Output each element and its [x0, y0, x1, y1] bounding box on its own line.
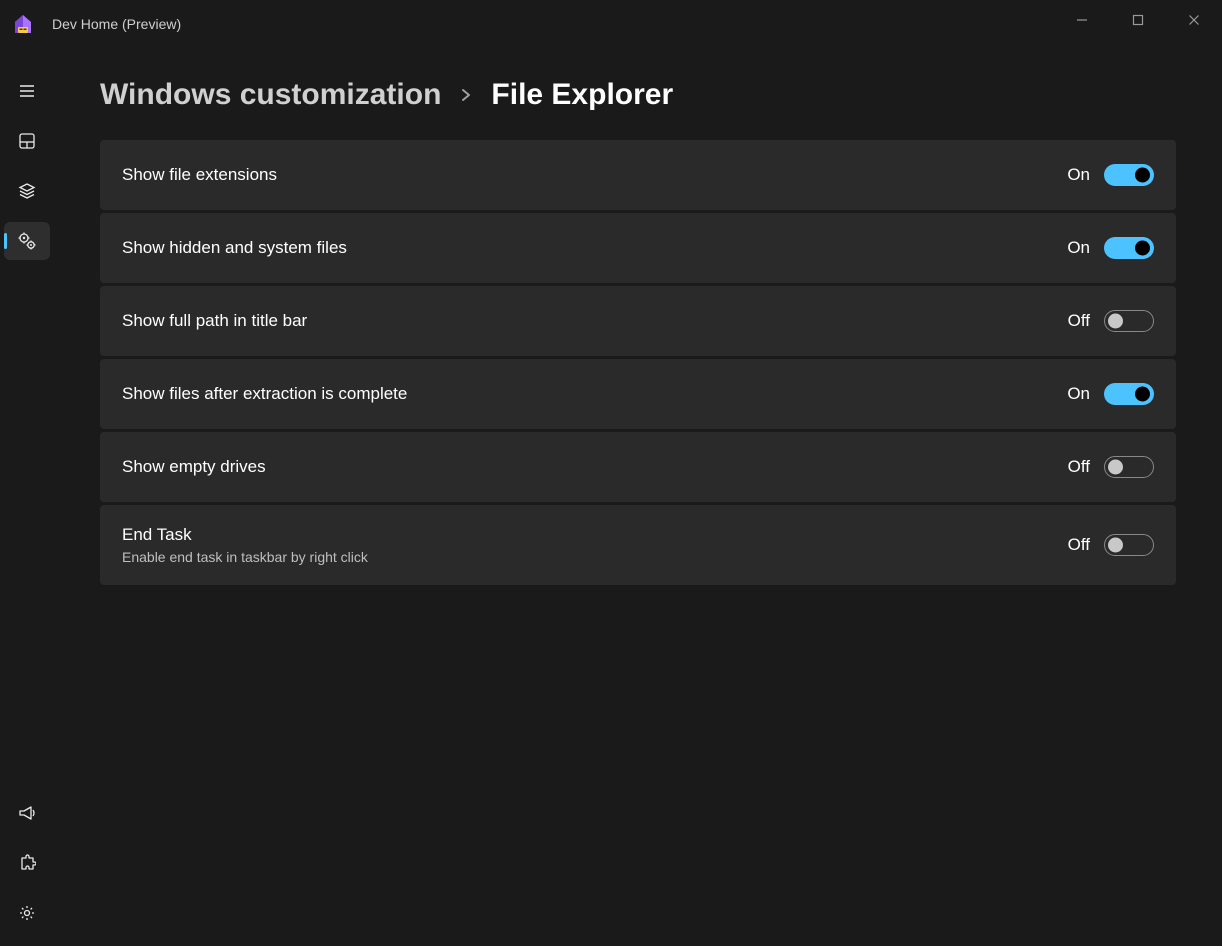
- setting-row-end-task: End Task Enable end task in taskbar by ri…: [100, 505, 1176, 585]
- gears-icon: [17, 231, 37, 251]
- hamburger-icon: [18, 82, 36, 100]
- toggle-thumb: [1108, 314, 1123, 329]
- setting-text: Show file extensions: [122, 165, 277, 185]
- setting-text: Show hidden and system files: [122, 238, 347, 258]
- app-title: Dev Home (Preview): [52, 16, 181, 32]
- breadcrumb-parent[interactable]: Windows customization: [100, 78, 441, 112]
- toggle-switch-end-task[interactable]: [1104, 534, 1154, 556]
- close-button[interactable]: [1166, 0, 1222, 40]
- setting-control: On: [1067, 164, 1154, 186]
- setting-control: On: [1067, 237, 1154, 259]
- maximize-button[interactable]: [1110, 0, 1166, 40]
- sidebar-item-dashboard[interactable]: [4, 122, 50, 160]
- toggle-state-label: Off: [1068, 311, 1090, 331]
- setting-text: Show full path in title bar: [122, 311, 307, 331]
- titlebar: Dev Home (Preview): [0, 0, 1222, 48]
- setting-title: End Task: [122, 525, 368, 545]
- body-area: Windows customization File Explorer Show…: [0, 48, 1222, 946]
- setting-control: Off: [1068, 456, 1154, 478]
- toggle-switch-show-full-path[interactable]: [1104, 310, 1154, 332]
- setting-row-show-file-extensions: Show file extensions On: [100, 140, 1176, 210]
- app-icon: [12, 13, 34, 35]
- chevron-right-icon: [459, 88, 473, 102]
- toggle-switch-show-after-extraction[interactable]: [1104, 383, 1154, 405]
- setting-title: Show file extensions: [122, 165, 277, 185]
- sidebar-hamburger[interactable]: [4, 72, 50, 110]
- window-controls: [1054, 0, 1222, 48]
- sidebar-item-settings[interactable]: [4, 894, 50, 932]
- setting-row-show-empty-drives: Show empty drives Off: [100, 432, 1176, 502]
- settings-icon: [18, 904, 36, 922]
- sidebar-item-windows-customization[interactable]: [4, 222, 50, 260]
- setting-title: Show hidden and system files: [122, 238, 347, 258]
- setting-control: Off: [1068, 310, 1154, 332]
- toggle-switch-show-hidden-files[interactable]: [1104, 237, 1154, 259]
- puzzle-icon: [18, 854, 36, 872]
- main-content: Windows customization File Explorer Show…: [54, 48, 1222, 946]
- setting-control: On: [1067, 383, 1154, 405]
- sidebar-item-environments[interactable]: [4, 172, 50, 210]
- setting-text: End Task Enable end task in taskbar by ri…: [122, 525, 368, 565]
- toggle-state-label: On: [1067, 238, 1090, 258]
- setting-title: Show full path in title bar: [122, 311, 307, 331]
- dashboard-icon: [18, 132, 36, 150]
- toggle-thumb: [1108, 460, 1123, 475]
- toggle-thumb: [1135, 168, 1150, 183]
- minimize-button[interactable]: [1054, 0, 1110, 40]
- titlebar-left: Dev Home (Preview): [12, 13, 181, 35]
- sidebar-top: [0, 72, 54, 260]
- breadcrumb: Windows customization File Explorer: [100, 78, 1176, 112]
- settings-list: Show file extensionsOnShow hidden and sy…: [100, 140, 1176, 585]
- toggle-state-label: On: [1067, 165, 1090, 185]
- setting-row-show-hidden-files: Show hidden and system files On: [100, 213, 1176, 283]
- setting-title: Show empty drives: [122, 457, 266, 477]
- stack-icon: [18, 182, 36, 200]
- setting-text: Show files after extraction is complete: [122, 384, 407, 404]
- setting-row-show-full-path: Show full path in title bar Off: [100, 286, 1176, 356]
- setting-text: Show empty drives: [122, 457, 266, 477]
- setting-row-show-after-extraction: Show files after extraction is complete O…: [100, 359, 1176, 429]
- megaphone-icon: [18, 804, 36, 822]
- setting-subtitle: Enable end task in taskbar by right clic…: [122, 549, 368, 565]
- setting-title: Show files after extraction is complete: [122, 384, 407, 404]
- setting-control: Off: [1068, 534, 1154, 556]
- toggle-switch-show-empty-drives[interactable]: [1104, 456, 1154, 478]
- toggle-thumb: [1108, 538, 1123, 553]
- toggle-switch-show-file-extensions[interactable]: [1104, 164, 1154, 186]
- toggle-thumb: [1135, 387, 1150, 402]
- toggle-state-label: On: [1067, 384, 1090, 404]
- sidebar-bottom: [0, 794, 54, 932]
- sidebar-item-extensions[interactable]: [4, 844, 50, 882]
- toggle-state-label: Off: [1068, 535, 1090, 555]
- toggle-state-label: Off: [1068, 457, 1090, 477]
- sidebar: [0, 48, 54, 946]
- breadcrumb-current: File Explorer: [491, 78, 673, 112]
- toggle-thumb: [1135, 241, 1150, 256]
- sidebar-item-feedback[interactable]: [4, 794, 50, 832]
